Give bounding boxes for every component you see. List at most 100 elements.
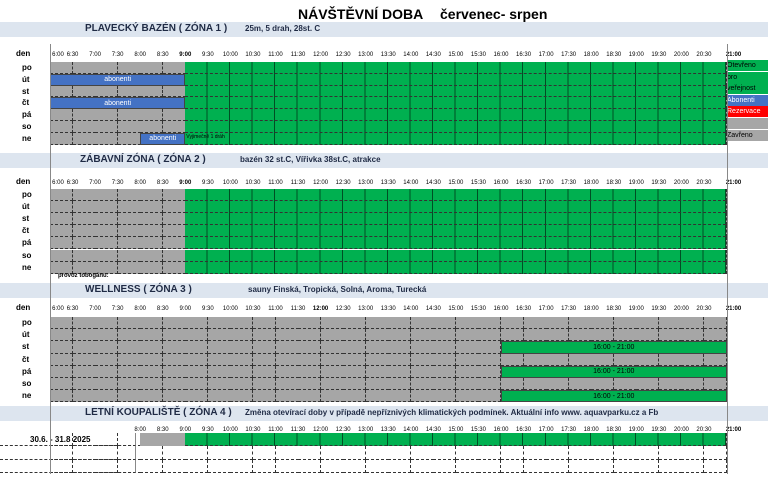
- grid-cell: [140, 189, 164, 202]
- grid-cell: [207, 365, 231, 378]
- day-label: po: [22, 63, 32, 72]
- grid-cell: [388, 446, 412, 460]
- grid-cell: [455, 353, 479, 366]
- time-label: 8:00: [134, 180, 147, 186]
- grid-cell: [185, 329, 209, 342]
- grid-cell: [501, 459, 525, 473]
- time-label: 6:30: [66, 306, 79, 312]
- grid-cell: [365, 341, 389, 354]
- grid-cell: [140, 121, 164, 133]
- grid-cell: [95, 237, 119, 250]
- grid-cell: [433, 390, 457, 403]
- time-label: 13:00: [358, 306, 374, 312]
- grid-cell: [72, 237, 96, 250]
- time-label: 8:30: [156, 52, 169, 58]
- time-label: 18:30: [606, 52, 622, 58]
- grid-cell: [50, 317, 74, 330]
- grid-cell: [72, 390, 96, 403]
- grid-cell: [478, 317, 502, 330]
- grid-cell: [140, 225, 164, 238]
- grid-cell: [230, 341, 254, 354]
- grid-cell: [455, 329, 479, 342]
- grid-cell: [388, 317, 412, 330]
- grid-cell: [275, 317, 299, 330]
- grid-cell: [568, 353, 592, 366]
- time-label: 9:00: [179, 180, 192, 186]
- grid-cell: [117, 261, 141, 274]
- time-label: 10:00: [222, 52, 238, 58]
- grid-right-border: [726, 44, 728, 474]
- time-label: 13:30: [380, 180, 396, 186]
- open-block: [185, 189, 727, 202]
- grid-cell: [681, 459, 705, 473]
- grid-cell: [72, 85, 96, 98]
- time-label: 18:00: [583, 306, 599, 312]
- grid-cell: [140, 261, 164, 274]
- grid-cell: [95, 109, 119, 121]
- day-label: út: [22, 74, 30, 84]
- time-label: 16:30: [516, 180, 532, 186]
- grid-cell: [140, 317, 164, 330]
- time-label: 15:00: [448, 306, 464, 312]
- grid-cell: [72, 225, 96, 238]
- grid-cell: [343, 365, 367, 378]
- grid-cell: [162, 121, 186, 133]
- zone-banner-zona1: PLAVECKÝ BAZÉN ( ZÓNA 1 ) 25m, 5 drah, 28…: [0, 22, 768, 37]
- grid-cell: [388, 341, 412, 354]
- schedule-bar-labeled: abonenti: [50, 97, 186, 110]
- grid-cell: [140, 213, 164, 226]
- grid-cell: [50, 390, 74, 403]
- grid-cell: [658, 446, 682, 460]
- grid-cell: [275, 459, 299, 473]
- time-label: 11:00: [268, 52, 283, 58]
- grid-cell: [501, 329, 525, 342]
- grid-cell: [230, 329, 254, 342]
- grid-cell: [117, 213, 141, 226]
- grid-cell: [162, 446, 186, 460]
- zone-info: 25m, 5 drah, 28st. C: [245, 24, 321, 33]
- grid-cell: [410, 341, 434, 354]
- grid-cell: [433, 329, 457, 342]
- schedule-bar-labeled: 16:00 - 21:00: [501, 390, 727, 403]
- time-label: 21:00: [725, 306, 742, 312]
- grid-cell: [568, 329, 592, 342]
- grid-cell: [162, 189, 186, 202]
- grid-cell: [50, 213, 74, 226]
- grid-cell: [275, 365, 299, 378]
- grid-cell: [591, 459, 615, 473]
- grid-cell: [298, 365, 322, 378]
- time-label: 13:00: [358, 180, 374, 186]
- time-label: 19:00: [628, 52, 644, 58]
- grid-cell: [568, 459, 592, 473]
- grid-cell: [185, 459, 209, 473]
- time-label: 8:30: [156, 306, 169, 312]
- time-label: 6:30: [66, 180, 79, 186]
- grid-cell: [117, 390, 141, 403]
- legend-item: veřejnost: [727, 83, 768, 95]
- grid-cell: [636, 329, 660, 342]
- schedule-bar-labeled: 16:00 - 21:00: [501, 341, 727, 354]
- day-label: pá: [22, 110, 32, 120]
- time-label: 7:00: [89, 306, 101, 312]
- grid-cell: [320, 317, 344, 330]
- grid-cell: [140, 249, 164, 262]
- grid-cell: [636, 446, 660, 460]
- zone-banner-zona4: LETNÍ KOUPALIŠTĚ ( ZÓNA 4 ) Změna otevíra…: [0, 406, 768, 421]
- grid-cell: [546, 353, 570, 366]
- grid-cell: [140, 85, 164, 98]
- grid-cell: [343, 353, 367, 366]
- grid-cell: [95, 341, 119, 354]
- time-label: 19:30: [651, 306, 667, 312]
- grid-cell: [410, 459, 434, 473]
- grid-cell: [140, 390, 164, 403]
- grid-cell: [50, 62, 74, 74]
- grid-cell: [162, 201, 186, 214]
- grid-cell: [410, 446, 434, 460]
- grid-cell: [140, 329, 164, 342]
- grid-cell: [478, 378, 502, 391]
- grid-cell: [433, 378, 457, 391]
- grid-cell: [185, 365, 209, 378]
- time-label: 11:00: [268, 180, 283, 186]
- grid-cell: [298, 390, 322, 403]
- time-label: 21:00: [725, 52, 742, 58]
